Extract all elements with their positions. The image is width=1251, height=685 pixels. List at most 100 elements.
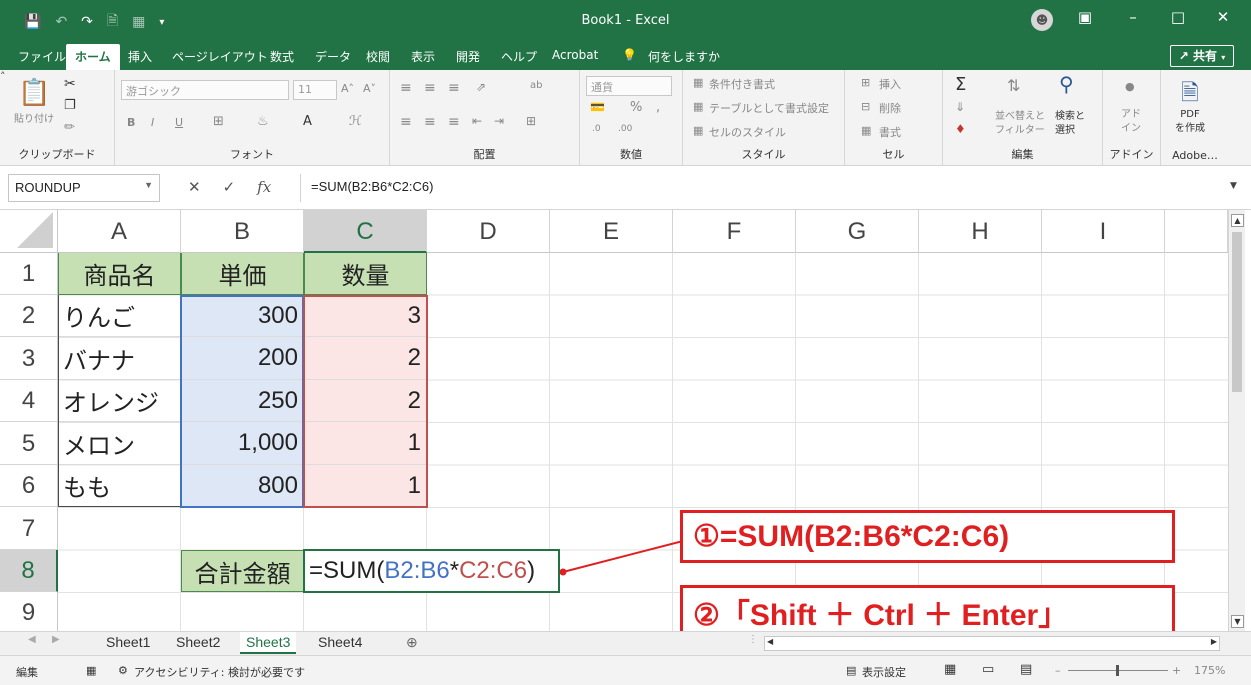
column-header-f[interactable]: F	[673, 210, 796, 253]
decrease-indent-icon[interactable]: ⇤	[472, 114, 482, 128]
scroll-thumb[interactable]	[1232, 232, 1242, 392]
tab-help[interactable]: ヘルプ	[501, 48, 537, 65]
copy-icon[interactable]: ❐	[64, 98, 76, 113]
tab-home[interactable]: ホーム	[66, 44, 120, 71]
cell-a3[interactable]: バナナ	[58, 337, 181, 380]
cell-c1[interactable]: 数量	[304, 253, 427, 295]
page-layout-view-icon[interactable]: ▭	[982, 662, 994, 677]
number-format-select[interactable]: 通貨	[586, 76, 672, 96]
vertical-scrollbar[interactable]: ▲ ▼	[1228, 210, 1245, 631]
addins-icon[interactable]: ●	[1125, 80, 1135, 93]
row-header-8[interactable]: 8	[0, 550, 58, 592]
sheet-tab-1[interactable]: Sheet1	[106, 634, 150, 650]
sort-filter-button[interactable]: 並べ替えと フィルター	[995, 110, 1045, 138]
scroll-down-icon[interactable]: ▼	[1231, 615, 1244, 628]
shrink-font-icon[interactable]: A˅	[363, 82, 376, 95]
align-bottom-icon[interactable]: ≡	[448, 80, 460, 96]
find-select-button[interactable]: 検索と 選択	[1055, 110, 1085, 138]
accounting-format-icon[interactable]: 💳	[590, 100, 605, 114]
underline-icon[interactable]: U	[175, 116, 183, 129]
tab-developer[interactable]: 開発	[456, 48, 480, 65]
column-header-c[interactable]: C	[304, 210, 427, 253]
row-header-2[interactable]: 2	[0, 295, 58, 337]
comma-icon[interactable]: ,	[656, 100, 660, 115]
percent-icon[interactable]: %	[630, 100, 642, 115]
chevron-down-icon[interactable]: ▼	[144, 180, 153, 190]
share-button[interactable]: ↗ 共有 ▾	[1170, 45, 1234, 67]
enter-icon[interactable]: ✓	[223, 178, 236, 196]
row-header-7[interactable]: 7	[0, 507, 58, 550]
column-header-i[interactable]: I	[1042, 210, 1165, 253]
column-header-h[interactable]: H	[919, 210, 1042, 253]
italic-icon[interactable]: I	[151, 116, 154, 129]
account-avatar-icon[interactable]: ☻	[1031, 9, 1053, 31]
orientation-icon[interactable]: ⇗	[476, 80, 486, 94]
column-header-a[interactable]: A	[58, 210, 181, 253]
row-header-5[interactable]: 5	[0, 422, 58, 465]
cell-b2[interactable]: 300	[181, 295, 304, 337]
find-select-icon[interactable]: ⚲	[1059, 72, 1074, 96]
scroll-right-icon[interactable]: ▶	[1211, 637, 1217, 646]
cell-c8-editing[interactable]: =SUM(B2:B6 * C2:C6)	[303, 549, 560, 593]
fill-color-icon[interactable]: ♨	[257, 114, 269, 129]
border-icon[interactable]: ⊞	[213, 114, 224, 129]
tell-me-search[interactable]: 何をしますか	[648, 48, 720, 65]
row-header-4[interactable]: 4	[0, 380, 58, 422]
tab-review[interactable]: 校閲	[366, 48, 390, 65]
cell-a6[interactable]: もも	[58, 465, 181, 507]
cell-a5[interactable]: メロン	[58, 422, 181, 465]
select-all-button[interactable]	[0, 210, 58, 253]
name-box[interactable]: ROUNDUP ▼	[8, 174, 160, 202]
cell-b8[interactable]: 合計金額	[181, 550, 304, 592]
row-header-9[interactable]: 9	[0, 592, 58, 631]
cell-c2[interactable]: 3	[304, 295, 427, 337]
expand-formula-bar-icon[interactable]: ▼	[1230, 181, 1237, 191]
create-pdf-button[interactable]: PDF を作成	[1175, 108, 1205, 136]
zoom-slider-thumb[interactable]	[1116, 665, 1119, 676]
row-header-6[interactable]: 6	[0, 465, 58, 507]
next-sheet-icon[interactable]: ▶	[52, 634, 60, 645]
font-name-select[interactable]: 游ゴシック	[121, 80, 289, 100]
tab-data[interactable]: データ	[315, 48, 351, 65]
delete-cells-button[interactable]: 削除	[879, 100, 901, 116]
paste-icon[interactable]: 📋	[18, 78, 50, 108]
sheet-tab-3[interactable]: Sheet3	[240, 632, 297, 654]
cell-c4[interactable]: 2	[304, 380, 427, 422]
cell-b4[interactable]: 250	[181, 380, 304, 422]
cell-b1[interactable]: 単価	[181, 253, 304, 295]
format-painter-icon[interactable]: ✏	[64, 120, 75, 135]
increase-indent-icon[interactable]: ⇥	[494, 114, 504, 128]
add-sheet-icon[interactable]: ⊕	[406, 634, 418, 651]
increase-decimal-icon[interactable]: .0	[592, 124, 601, 134]
decrease-decimal-icon[interactable]: .00	[618, 124, 632, 134]
sheet-tab-4[interactable]: Sheet4	[318, 634, 362, 650]
cell-c3[interactable]: 2	[304, 337, 427, 380]
font-size-select[interactable]: 11	[293, 80, 337, 100]
cell-c5[interactable]: 1	[304, 422, 427, 465]
close-button[interactable]: ✕	[1208, 8, 1238, 26]
align-middle-icon[interactable]: ≡	[424, 80, 436, 96]
cell-a4[interactable]: オレンジ	[58, 380, 181, 422]
font-color-icon[interactable]: A	[303, 114, 312, 129]
tab-acrobat[interactable]: Acrobat	[552, 48, 598, 62]
cell-a1[interactable]: 商品名	[58, 253, 181, 295]
grow-font-icon[interactable]: A˄	[341, 82, 354, 95]
accessibility-status[interactable]: アクセシビリティ: 検討が必要です	[134, 664, 305, 680]
scroll-left-icon[interactable]: ◀	[767, 637, 773, 646]
normal-view-icon[interactable]: ▦	[944, 662, 956, 677]
insert-function-icon[interactable]: fx	[257, 178, 271, 196]
bold-icon[interactable]: B	[127, 116, 135, 129]
column-header-b[interactable]: B	[181, 210, 304, 253]
tab-insert[interactable]: 挿入	[128, 48, 152, 65]
maximize-button[interactable]: □	[1163, 8, 1193, 26]
tab-file[interactable]: ファイル	[18, 48, 66, 65]
horizontal-scrollbar[interactable]: ◀ ▶	[764, 636, 1220, 651]
cell-b5[interactable]: 1,000	[181, 422, 304, 465]
format-as-table-button[interactable]: テーブルとして書式設定	[709, 100, 829, 116]
cell-b6[interactable]: 800	[181, 465, 304, 507]
row-header-3[interactable]: 3	[0, 337, 58, 380]
align-left-icon[interactable]: ≡	[400, 114, 412, 130]
cell-b3[interactable]: 200	[181, 337, 304, 380]
minimize-button[interactable]: –	[1118, 8, 1148, 26]
autosum-icon[interactable]: Σ	[955, 74, 966, 95]
